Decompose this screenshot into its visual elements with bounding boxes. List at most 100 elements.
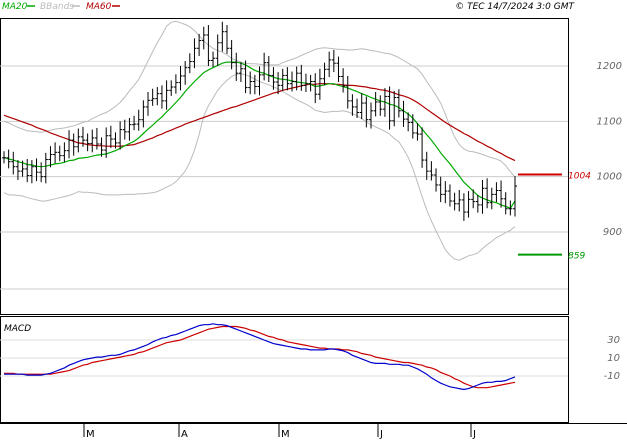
price-panel <box>0 18 569 315</box>
x-tick-label: M <box>86 429 95 440</box>
price-bar <box>373 92 378 117</box>
price-bar <box>266 56 271 83</box>
price-bar <box>345 75 350 109</box>
price-bar <box>132 115 137 131</box>
price-levels: 1004 859 <box>518 171 591 262</box>
price-bar <box>447 184 452 207</box>
price-bar <box>201 26 206 50</box>
price-bar <box>164 80 169 110</box>
price-axis-ticks: 1200 1100 1000 900 <box>597 61 622 238</box>
price-bar <box>57 145 62 162</box>
macd-tick-label: 30 <box>607 335 620 346</box>
price-bar <box>466 191 471 218</box>
price-bar <box>43 152 48 184</box>
price-bar <box>485 178 490 209</box>
price-bar <box>341 68 346 93</box>
price-bar <box>299 64 304 91</box>
y-tick-label: 1000 <box>597 172 622 183</box>
legend-bbands: BBands <box>40 2 74 12</box>
price-bar <box>187 53 192 74</box>
price-bar <box>438 176 443 203</box>
price-bar <box>359 93 364 120</box>
price-bar <box>11 151 16 175</box>
price-bar <box>90 129 95 153</box>
price-bar <box>53 142 58 164</box>
price-bar <box>396 89 401 118</box>
macd-tick-label: -10 <box>604 371 620 382</box>
price-bar <box>211 51 216 68</box>
legend-ma60: MA60 <box>86 2 112 12</box>
level-label: 1004 <box>568 171 591 181</box>
price-bar <box>108 125 113 148</box>
price-bar <box>94 127 99 150</box>
price-bar <box>141 100 146 128</box>
price-bar <box>183 61 188 85</box>
price-bar <box>178 66 183 91</box>
price-bar <box>136 109 141 131</box>
price-bar <box>169 80 174 96</box>
price-bar <box>327 51 332 78</box>
price-bar <box>457 189 462 212</box>
price-bar <box>262 52 267 81</box>
legend: MA20 BBands MA60 <box>2 2 120 12</box>
macd-signal-line <box>4 325 516 389</box>
price-bar <box>475 194 480 213</box>
price-gridlines <box>0 65 568 290</box>
price-bar <box>220 21 225 52</box>
price-bar <box>308 74 313 92</box>
x-tick-label: J <box>472 429 476 440</box>
price-bar <box>452 192 457 211</box>
price-bar <box>39 162 44 183</box>
price-bar <box>29 160 34 184</box>
price-bar <box>76 128 81 153</box>
price-bar <box>424 151 429 180</box>
price-bar <box>494 182 499 203</box>
price-bar <box>71 133 76 156</box>
x-tick-label: A <box>181 429 188 440</box>
price-bar <box>67 130 72 159</box>
price-bar <box>434 168 439 192</box>
price-bar <box>461 193 466 221</box>
chart-canvas: 1004 859 1200 1100 1000 900 30 10 -10 M A M J J MA… <box>0 2 627 440</box>
price-bar <box>118 121 123 150</box>
price-bar <box>159 85 164 109</box>
price-bar <box>150 88 155 106</box>
price-bar <box>155 87 160 106</box>
legend-ma20: MA20 <box>2 2 28 12</box>
price-bar <box>331 49 336 73</box>
price-bar <box>25 158 30 183</box>
y-tick-label: 1100 <box>597 116 622 127</box>
price-bar <box>429 161 434 181</box>
price-bar <box>420 127 425 168</box>
x-tick-label: J <box>379 429 383 440</box>
price-bar <box>378 95 383 116</box>
stock-chart: 1004 859 1200 1100 1000 900 30 10 -10 M A M J J MA… <box>0 0 627 440</box>
price-bar <box>248 71 253 95</box>
y-tick-label: 900 <box>603 227 622 238</box>
price-bar <box>229 39 234 70</box>
x-axis-ticks: MAMJJ <box>83 424 476 440</box>
price-bar <box>224 25 229 54</box>
price-bar <box>368 102 373 129</box>
price-bar <box>252 74 257 95</box>
price-bar <box>173 74 178 94</box>
x-tick-label: M <box>281 429 290 440</box>
price-bar <box>513 176 517 217</box>
macd-lines <box>4 323 516 391</box>
price-bar <box>336 56 341 83</box>
price-bar <box>401 100 406 127</box>
price-bar <box>313 73 318 104</box>
price-bar <box>192 38 197 69</box>
level-label: 859 <box>568 252 585 262</box>
macd-label: MACD <box>4 324 31 334</box>
price-bar <box>285 67 290 91</box>
bband-upper-line <box>3 20 516 178</box>
bollinger-bands <box>3 20 516 261</box>
macd-tick-label: 10 <box>607 353 620 364</box>
watermark: © TEC 14/7/2024 3:0 GMT <box>455 2 575 12</box>
price-bar <box>238 62 243 83</box>
price-bar <box>489 187 494 210</box>
price-bar <box>34 158 39 182</box>
macd-panel <box>0 316 569 423</box>
y-tick-label: 1200 <box>597 61 622 72</box>
